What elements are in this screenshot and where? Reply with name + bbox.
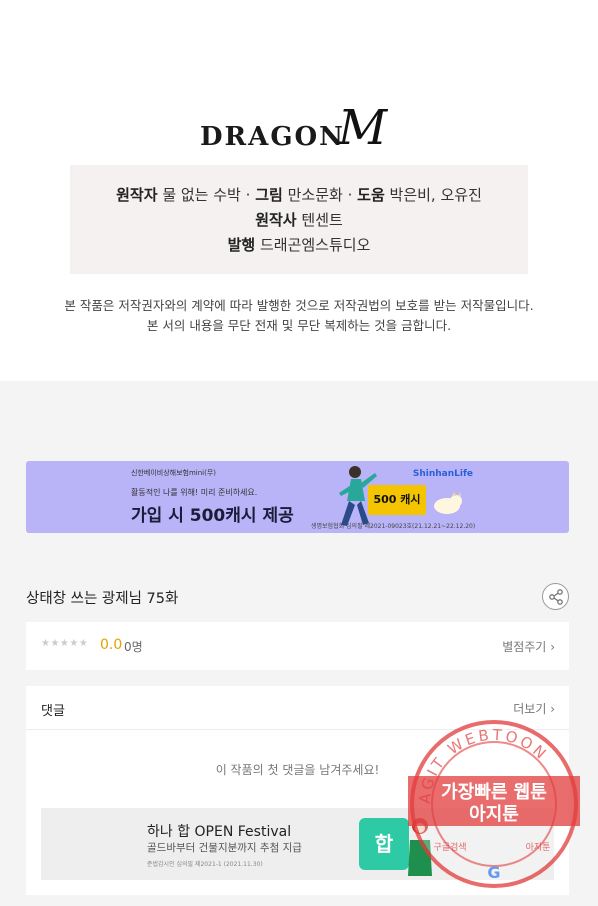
notice-line-2: 본 서의 내용을 무단 전재 및 무단 복제하는 것을 금합니다. xyxy=(146,318,452,333)
rating-score: 0.0 xyxy=(100,637,123,653)
credit-original-value: 물 없는 수박 xyxy=(162,186,241,204)
ad2-title: 하나 합 OPEN Festival xyxy=(147,824,292,840)
rating-bar: ★★★★★ 0.0 0명 별점주기 › xyxy=(26,622,569,670)
comments-section: 댓글 더보기 › 이 작품의 첫 댓글을 남겨주세요! 하나 합 OPEN Fe… xyxy=(26,686,569,895)
credit-line-2: 원작사 텐센트 xyxy=(70,208,528,233)
cash-badge: 500 캐시 xyxy=(368,485,426,515)
credit-art-label: 그림 xyxy=(255,186,283,204)
credit-line-1: 원작자 물 없는 수박 · 그림 만소문화 · 도움 박은비, 오유진 xyxy=(70,183,528,208)
credit-publisher-label: 발행 xyxy=(227,236,256,254)
credit-box: 원작자 물 없는 수박 · 그림 만소문화 · 도움 박은비, 오유진 원작사 … xyxy=(70,165,528,274)
credit-line-3: 발행 드래곤엠스튜디오 xyxy=(70,233,528,258)
credit-separator: · xyxy=(347,186,353,204)
comments-more-button[interactable]: 더보기 › xyxy=(513,700,555,717)
ad2-subtitle: 골드바부터 건물지분까지 추첨 지급 xyxy=(147,842,302,854)
rating-stars[interactable]: ★★★★★ xyxy=(41,638,88,649)
credits-section: DRAGON M 원작자 물 없는 수박 · 그림 만소문화 · 도움 박은비,… xyxy=(0,0,598,381)
person-illustration xyxy=(408,818,432,876)
hana-hap-logo: 합 xyxy=(359,818,409,870)
ad-headline: 가입 시 500캐시 제공 xyxy=(131,506,294,526)
share-button[interactable] xyxy=(542,583,569,610)
logo-mark: M xyxy=(338,100,388,156)
comments-empty-message: 이 작품의 첫 댓글을 남겨주세요! xyxy=(215,763,380,777)
credit-separator: · xyxy=(245,186,251,204)
comments-title: 댓글 xyxy=(41,704,65,719)
ad-brand: ShinhanLife xyxy=(412,469,473,479)
chevron-right-icon: › xyxy=(550,702,555,716)
ad-product-name: 신한베이비상해보험mini(무) xyxy=(131,469,217,477)
credit-assist-value: 박은비, 오유진 xyxy=(389,186,482,204)
rate-button[interactable]: 별점주기 › xyxy=(502,638,555,655)
notice-line-1: 본 작품은 저작권자와의 계약에 따라 발행한 것으로 저작권법의 보호를 받는… xyxy=(64,298,534,313)
ad-description: 활동적인 나를 위해! 미리 준비하세요. xyxy=(131,488,258,497)
logo-word: DRAGON xyxy=(200,122,345,152)
insurance-ad-banner[interactable]: 신한베이비상해보험mini(무) 활동적인 나를 위해! 미리 준비하세요. 가… xyxy=(26,461,569,533)
hana-ad-banner[interactable]: 하나 합 OPEN Festival 골드바부터 건물지분까지 추첨 지급 준법… xyxy=(41,808,554,880)
credit-art-value: 만소문화 xyxy=(287,186,343,204)
copyright-notice: 본 작품은 저작권자와의 계약에 따라 발행한 것으로 저작권법의 보호를 받는… xyxy=(0,296,598,336)
comments-header: 댓글 더보기 › xyxy=(26,686,569,730)
ad-fine-print: 생명보험협회 심의필 제2021-09023호(21.12.21~22.12.2… xyxy=(311,523,476,530)
ad2-fine-print: 준법감시인 심의필 제2021-1 (2021.11.30) xyxy=(147,861,263,868)
episode-title: 상태창 쓰는 광제님 75화 xyxy=(26,591,179,607)
credit-assist-label: 도움 xyxy=(357,186,385,204)
credit-company-value: 텐센트 xyxy=(301,211,343,229)
comments-more-label: 더보기 xyxy=(513,702,547,716)
dragon-m-logo: DRAGON M xyxy=(200,98,400,156)
cat-illustration xyxy=(434,492,462,514)
rating-count: 0명 xyxy=(124,640,143,654)
credit-publisher-value: 드래곤엠스튜디오 xyxy=(259,236,371,254)
credit-company-label: 원작사 xyxy=(255,211,297,229)
share-icon xyxy=(549,589,563,605)
viewer-footer: 신한베이비상해보험mini(무) 활동적인 나를 위해! 미리 준비하세요. 가… xyxy=(0,381,598,906)
chevron-right-icon: › xyxy=(550,640,555,654)
credit-original-label: 원작자 xyxy=(116,186,158,204)
rate-button-label: 별점주기 xyxy=(502,640,547,654)
